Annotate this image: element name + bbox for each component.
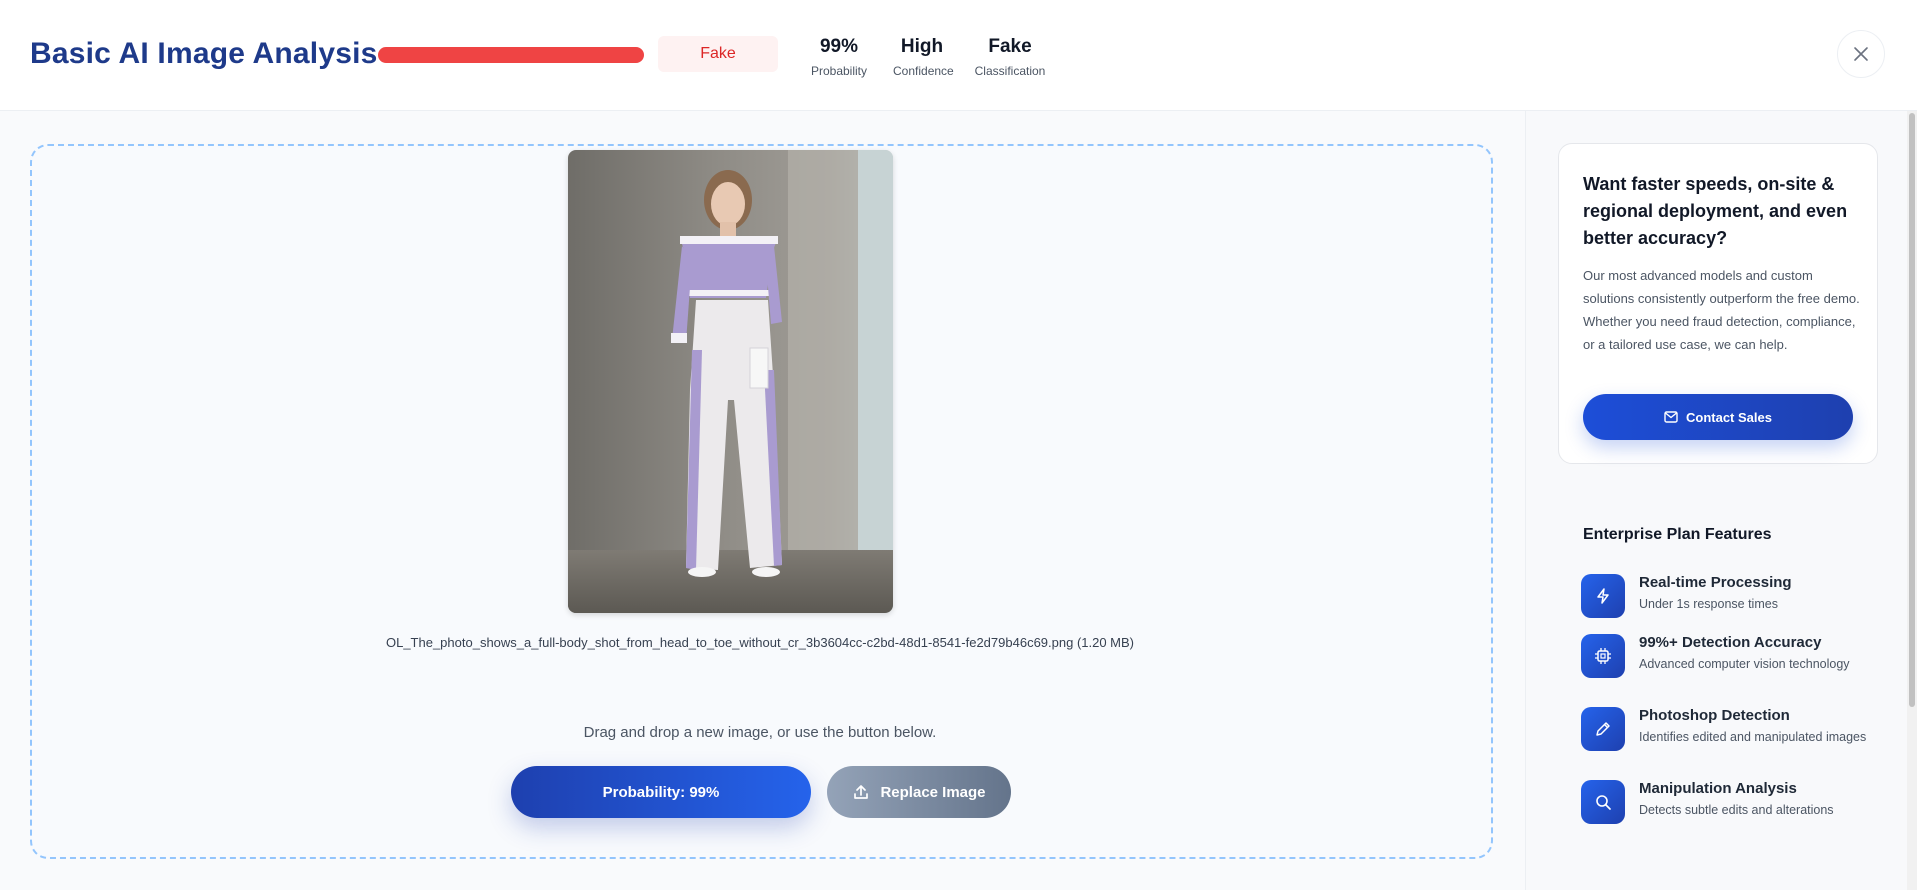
feature-item-photoshop: Photoshop Detection Identifies edited an… [1581, 707, 1881, 767]
feature-subtitle: Advanced computer vision technology [1639, 657, 1850, 671]
stat-probability-value: 99% [819, 36, 859, 57]
probability-button[interactable]: Probability: 99% [511, 766, 811, 818]
feature-item-manipulation: Manipulation Analysis Detects subtle edi… [1581, 780, 1881, 840]
scrollbar-thumb[interactable] [1909, 113, 1915, 707]
classification-badge: Fake [658, 36, 778, 72]
feature-title: Manipulation Analysis [1639, 780, 1797, 797]
chip-icon [1581, 634, 1625, 678]
probability-button-label: Probability: 99% [602, 783, 720, 801]
stat-confidence-label: Confidence [893, 64, 954, 78]
stat-classification: Fake Classification [972, 36, 1048, 78]
stat-probability-label: Probability [810, 64, 868, 78]
feature-subtitle: Under 1s response times [1639, 597, 1778, 611]
page-title: Basic AI Image Analysis [30, 37, 378, 70]
features-heading: Enterprise Plan Features [1583, 526, 1772, 543]
dropzone-hint: Drag and drop a new image, or use the bu… [583, 724, 937, 741]
upload-icon [854, 785, 869, 799]
feature-subtitle: Identifies edited and manipulated images [1639, 730, 1867, 744]
feature-title: Photoshop Detection [1639, 707, 1790, 724]
sidebar-scrollbar[interactable] [1907, 111, 1917, 890]
contact-sales-label: Contact Sales [1686, 409, 1772, 425]
header: Basic AI Image Analysis Fake 99% Probabi… [0, 0, 1917, 111]
uploaded-image-preview [568, 150, 893, 613]
feature-item-realtime: Real-time Processing Under 1s response t… [1581, 574, 1881, 634]
cta-description: Our most advanced models and custom solu… [1583, 268, 1860, 352]
lightning-icon [1581, 574, 1625, 618]
replace-image-label: Replace Image [880, 783, 986, 801]
feature-title: Real-time Processing [1639, 574, 1792, 591]
feature-item-accuracy: 99%+ Detection Accuracy Advanced compute… [1581, 634, 1881, 694]
stat-classification-label: Classification [974, 64, 1046, 78]
stat-classification-value: Fake [988, 36, 1032, 57]
replace-image-button[interactable]: Replace Image [827, 766, 1011, 818]
stat-confidence: High Confidence [893, 36, 954, 78]
close-icon [1854, 47, 1868, 61]
pencil-icon [1581, 707, 1625, 751]
stat-probability: 99% Probability [808, 36, 870, 78]
close-button[interactable] [1837, 30, 1885, 78]
image-filename: OL_The_photo_shows_a_full-body_shot_from… [385, 635, 1135, 650]
search-icon [1581, 780, 1625, 824]
cta-title: Want faster speeds, on-site & regional d… [1583, 174, 1848, 248]
contact-sales-button[interactable]: Contact Sales [1583, 394, 1853, 440]
stat-confidence-value: High [900, 36, 944, 57]
feature-subtitle: Detects subtle edits and alterations [1639, 803, 1834, 817]
mail-icon [1664, 411, 1678, 423]
feature-title: 99%+ Detection Accuracy [1639, 634, 1822, 651]
probability-bar [378, 47, 644, 63]
